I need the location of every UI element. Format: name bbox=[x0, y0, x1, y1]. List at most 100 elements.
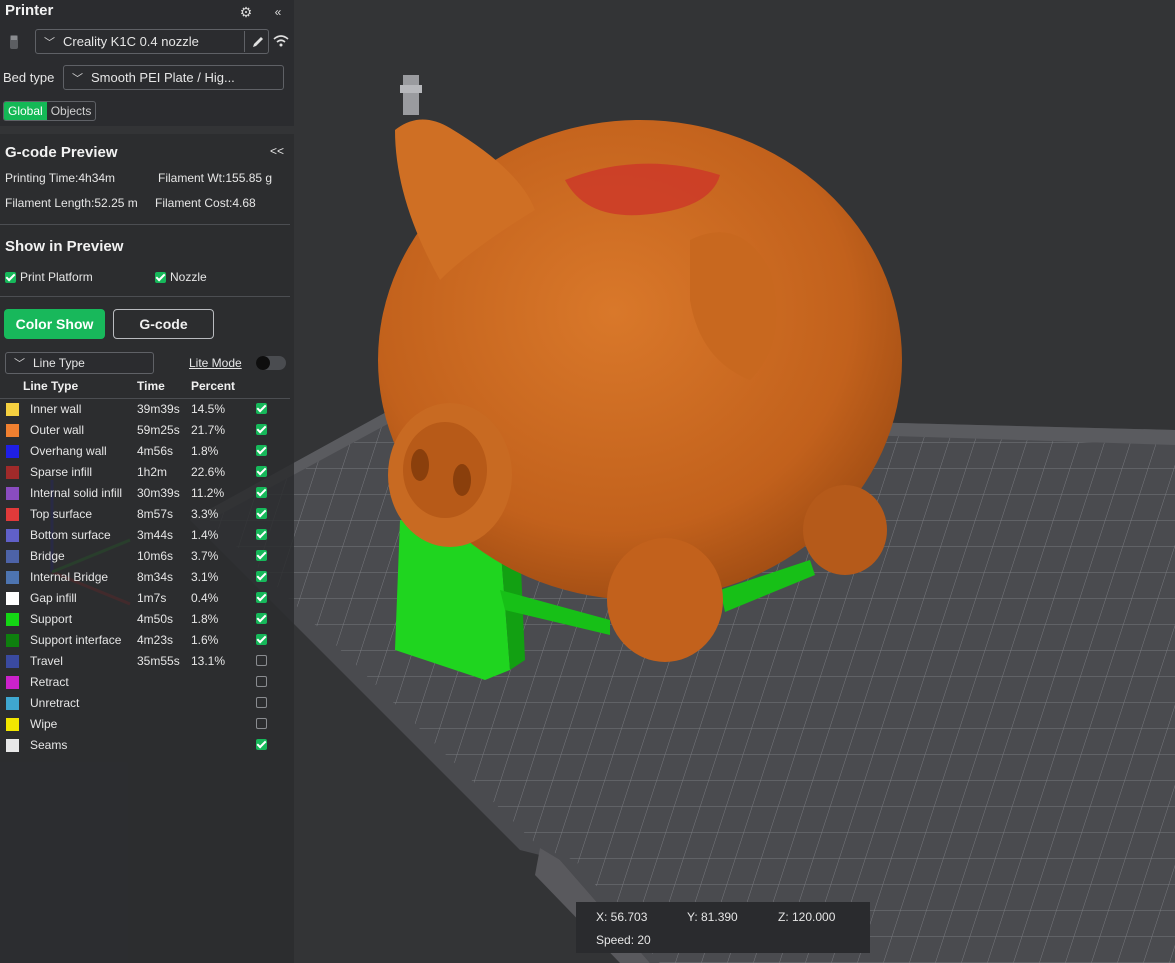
line-type-row[interactable]: Retract bbox=[0, 672, 290, 693]
line-type-name: Inner wall bbox=[30, 402, 82, 416]
checkbox-checked-icon[interactable] bbox=[256, 739, 267, 750]
gcode-preview-title: G-code Preview bbox=[5, 144, 118, 161]
color-swatch bbox=[6, 655, 19, 668]
view-type-select[interactable]: ﹀ Line Type bbox=[5, 352, 154, 374]
bed-type-value: Smooth PEI Plate / Hig... bbox=[91, 70, 235, 85]
line-type-percent: 3.1% bbox=[191, 570, 219, 584]
line-type-row[interactable]: Internal solid infill 30m39s 11.2% bbox=[0, 483, 290, 504]
checkbox-checked-icon[interactable] bbox=[256, 466, 267, 477]
color-swatch bbox=[6, 676, 19, 689]
filament-length: Filament Length:52.25 m bbox=[5, 196, 138, 210]
line-type-row[interactable]: Overhang wall 4m56s 1.8% bbox=[0, 441, 290, 462]
show-in-preview-title: Show in Preview bbox=[5, 238, 124, 255]
checkbox-checked-icon[interactable] bbox=[256, 571, 267, 582]
line-type-time: 59m25s bbox=[137, 423, 180, 437]
nozzle-model bbox=[400, 75, 422, 115]
line-type-time: 4m56s bbox=[137, 444, 174, 458]
line-type-row[interactable]: Internal Bridge 8m34s 3.1% bbox=[0, 567, 290, 588]
line-type-row[interactable]: Bridge 10m6s 3.7% bbox=[0, 546, 290, 567]
line-type-row[interactable]: Seams bbox=[0, 735, 290, 756]
filament-weight: Filament Wt:155.85 g bbox=[158, 171, 273, 185]
nozzle-option[interactable]: Nozzle bbox=[155, 270, 207, 284]
checkbox-checked-icon[interactable] bbox=[256, 424, 267, 435]
gcode-button[interactable]: G-code bbox=[113, 309, 214, 339]
print-platform-option[interactable]: Print Platform bbox=[5, 270, 93, 284]
printer-title: Printer bbox=[5, 2, 54, 19]
line-type-row[interactable]: Bottom surface 3m44s 1.4% bbox=[0, 525, 290, 546]
checkbox-checked-icon[interactable] bbox=[256, 550, 267, 561]
line-type-time: 1h2m bbox=[137, 465, 168, 479]
color-swatch bbox=[6, 466, 19, 479]
checkbox-checked-icon[interactable] bbox=[256, 403, 267, 414]
line-type-time: 8m57s bbox=[137, 507, 174, 521]
checkbox-checked-icon[interactable] bbox=[256, 508, 267, 519]
line-type-percent: 3.3% bbox=[191, 507, 219, 521]
tab-global[interactable]: Global bbox=[4, 102, 47, 120]
bed-type-label: Bed type bbox=[3, 70, 55, 85]
checkbox-checked-icon[interactable] bbox=[256, 487, 267, 498]
line-type-row[interactable]: Unretract bbox=[0, 693, 290, 714]
checkbox-checked-icon[interactable] bbox=[256, 634, 267, 645]
checkbox-checked-icon[interactable] bbox=[256, 529, 267, 540]
line-type-time: 39m39s bbox=[137, 402, 180, 416]
wifi-icon[interactable] bbox=[271, 31, 291, 51]
line-type-time: 8m34s bbox=[137, 570, 174, 584]
line-type-time: 35m55s bbox=[137, 654, 180, 668]
color-swatch bbox=[6, 634, 19, 647]
lite-mode-toggle[interactable] bbox=[256, 356, 286, 370]
line-type-row[interactable]: Sparse infill 1h2m 22.6% bbox=[0, 462, 290, 483]
line-type-row[interactable]: Top surface 8m57s 3.3% bbox=[0, 504, 290, 525]
line-type-time: 10m6s bbox=[137, 549, 174, 563]
checkbox-unchecked-icon[interactable] bbox=[256, 697, 267, 708]
bed-type-select[interactable]: ﹀ Smooth PEI Plate / Hig... bbox=[63, 65, 284, 90]
coord-x: X: 56.703 bbox=[596, 910, 648, 924]
line-type-name: Sparse infill bbox=[30, 465, 93, 479]
line-type-name: Support bbox=[30, 612, 73, 626]
line-type-row[interactable]: Support interface 4m23s 1.6% bbox=[0, 630, 290, 651]
line-type-name: Bridge bbox=[30, 549, 65, 563]
color-swatch bbox=[6, 424, 19, 437]
checkbox-checked-icon[interactable] bbox=[256, 613, 267, 624]
line-type-percent: 1.6% bbox=[191, 633, 219, 647]
checkbox-checked-icon[interactable] bbox=[5, 271, 16, 283]
chevron-down-icon: ﹀ bbox=[44, 36, 55, 49]
color-swatch bbox=[6, 613, 19, 626]
checkbox-checked-icon[interactable] bbox=[256, 445, 267, 456]
color-swatch bbox=[6, 592, 19, 605]
chevron-down-icon: ﹀ bbox=[14, 358, 25, 370]
color-swatch bbox=[6, 718, 19, 731]
color-swatch bbox=[6, 445, 19, 458]
line-type-row[interactable]: Outer wall 59m25s 21.7% bbox=[0, 420, 290, 441]
cursor-coordinates: X: 56.703 Y: 81.390 Z: 120.000 Speed: 20 bbox=[576, 902, 870, 953]
printer-select[interactable]: ﹀ Creality K1C 0.4 nozzle bbox=[35, 29, 269, 54]
line-type-time: 4m23s bbox=[137, 633, 174, 647]
checkbox-unchecked-icon[interactable] bbox=[256, 676, 267, 687]
gear-icon[interactable]: ⚙ bbox=[236, 2, 256, 22]
coord-y: Y: 81.390 bbox=[687, 910, 738, 924]
color-swatch bbox=[6, 403, 19, 416]
nozzle-label: Nozzle bbox=[170, 270, 207, 284]
toggle-knob bbox=[256, 356, 270, 370]
checkbox-unchecked-icon[interactable] bbox=[256, 718, 267, 729]
view-type-value: Line Type bbox=[33, 356, 85, 370]
line-type-row[interactable]: Support 4m50s 1.8% bbox=[0, 609, 290, 630]
line-type-row[interactable]: Gap infill 1m7s 0.4% bbox=[0, 588, 290, 609]
line-type-name: Outer wall bbox=[30, 423, 85, 437]
collapse-preview-button[interactable]: << bbox=[270, 144, 284, 158]
speed: Speed: 20 bbox=[596, 933, 651, 947]
line-type-percent: 0.4% bbox=[191, 591, 219, 605]
lite-mode-label: Lite Mode bbox=[189, 356, 242, 370]
color-show-button[interactable]: Color Show bbox=[4, 309, 105, 339]
tab-objects[interactable]: Objects bbox=[47, 102, 96, 120]
collapse-icon[interactable]: « bbox=[268, 2, 288, 22]
edit-pencil-icon[interactable] bbox=[244, 31, 270, 52]
checkbox-checked-icon[interactable] bbox=[155, 271, 166, 283]
checkbox-checked-icon[interactable] bbox=[256, 592, 267, 603]
line-type-row[interactable]: Inner wall 39m39s 14.5% bbox=[0, 399, 290, 420]
line-type-time: 1m7s bbox=[137, 591, 167, 605]
line-type-name: Overhang wall bbox=[30, 444, 107, 458]
line-type-row[interactable]: Wipe bbox=[0, 714, 290, 735]
filament-cost: Filament Cost:4.68 bbox=[155, 196, 256, 210]
line-type-row[interactable]: Travel 35m55s 13.1% bbox=[0, 651, 290, 672]
checkbox-unchecked-icon[interactable] bbox=[256, 655, 267, 666]
